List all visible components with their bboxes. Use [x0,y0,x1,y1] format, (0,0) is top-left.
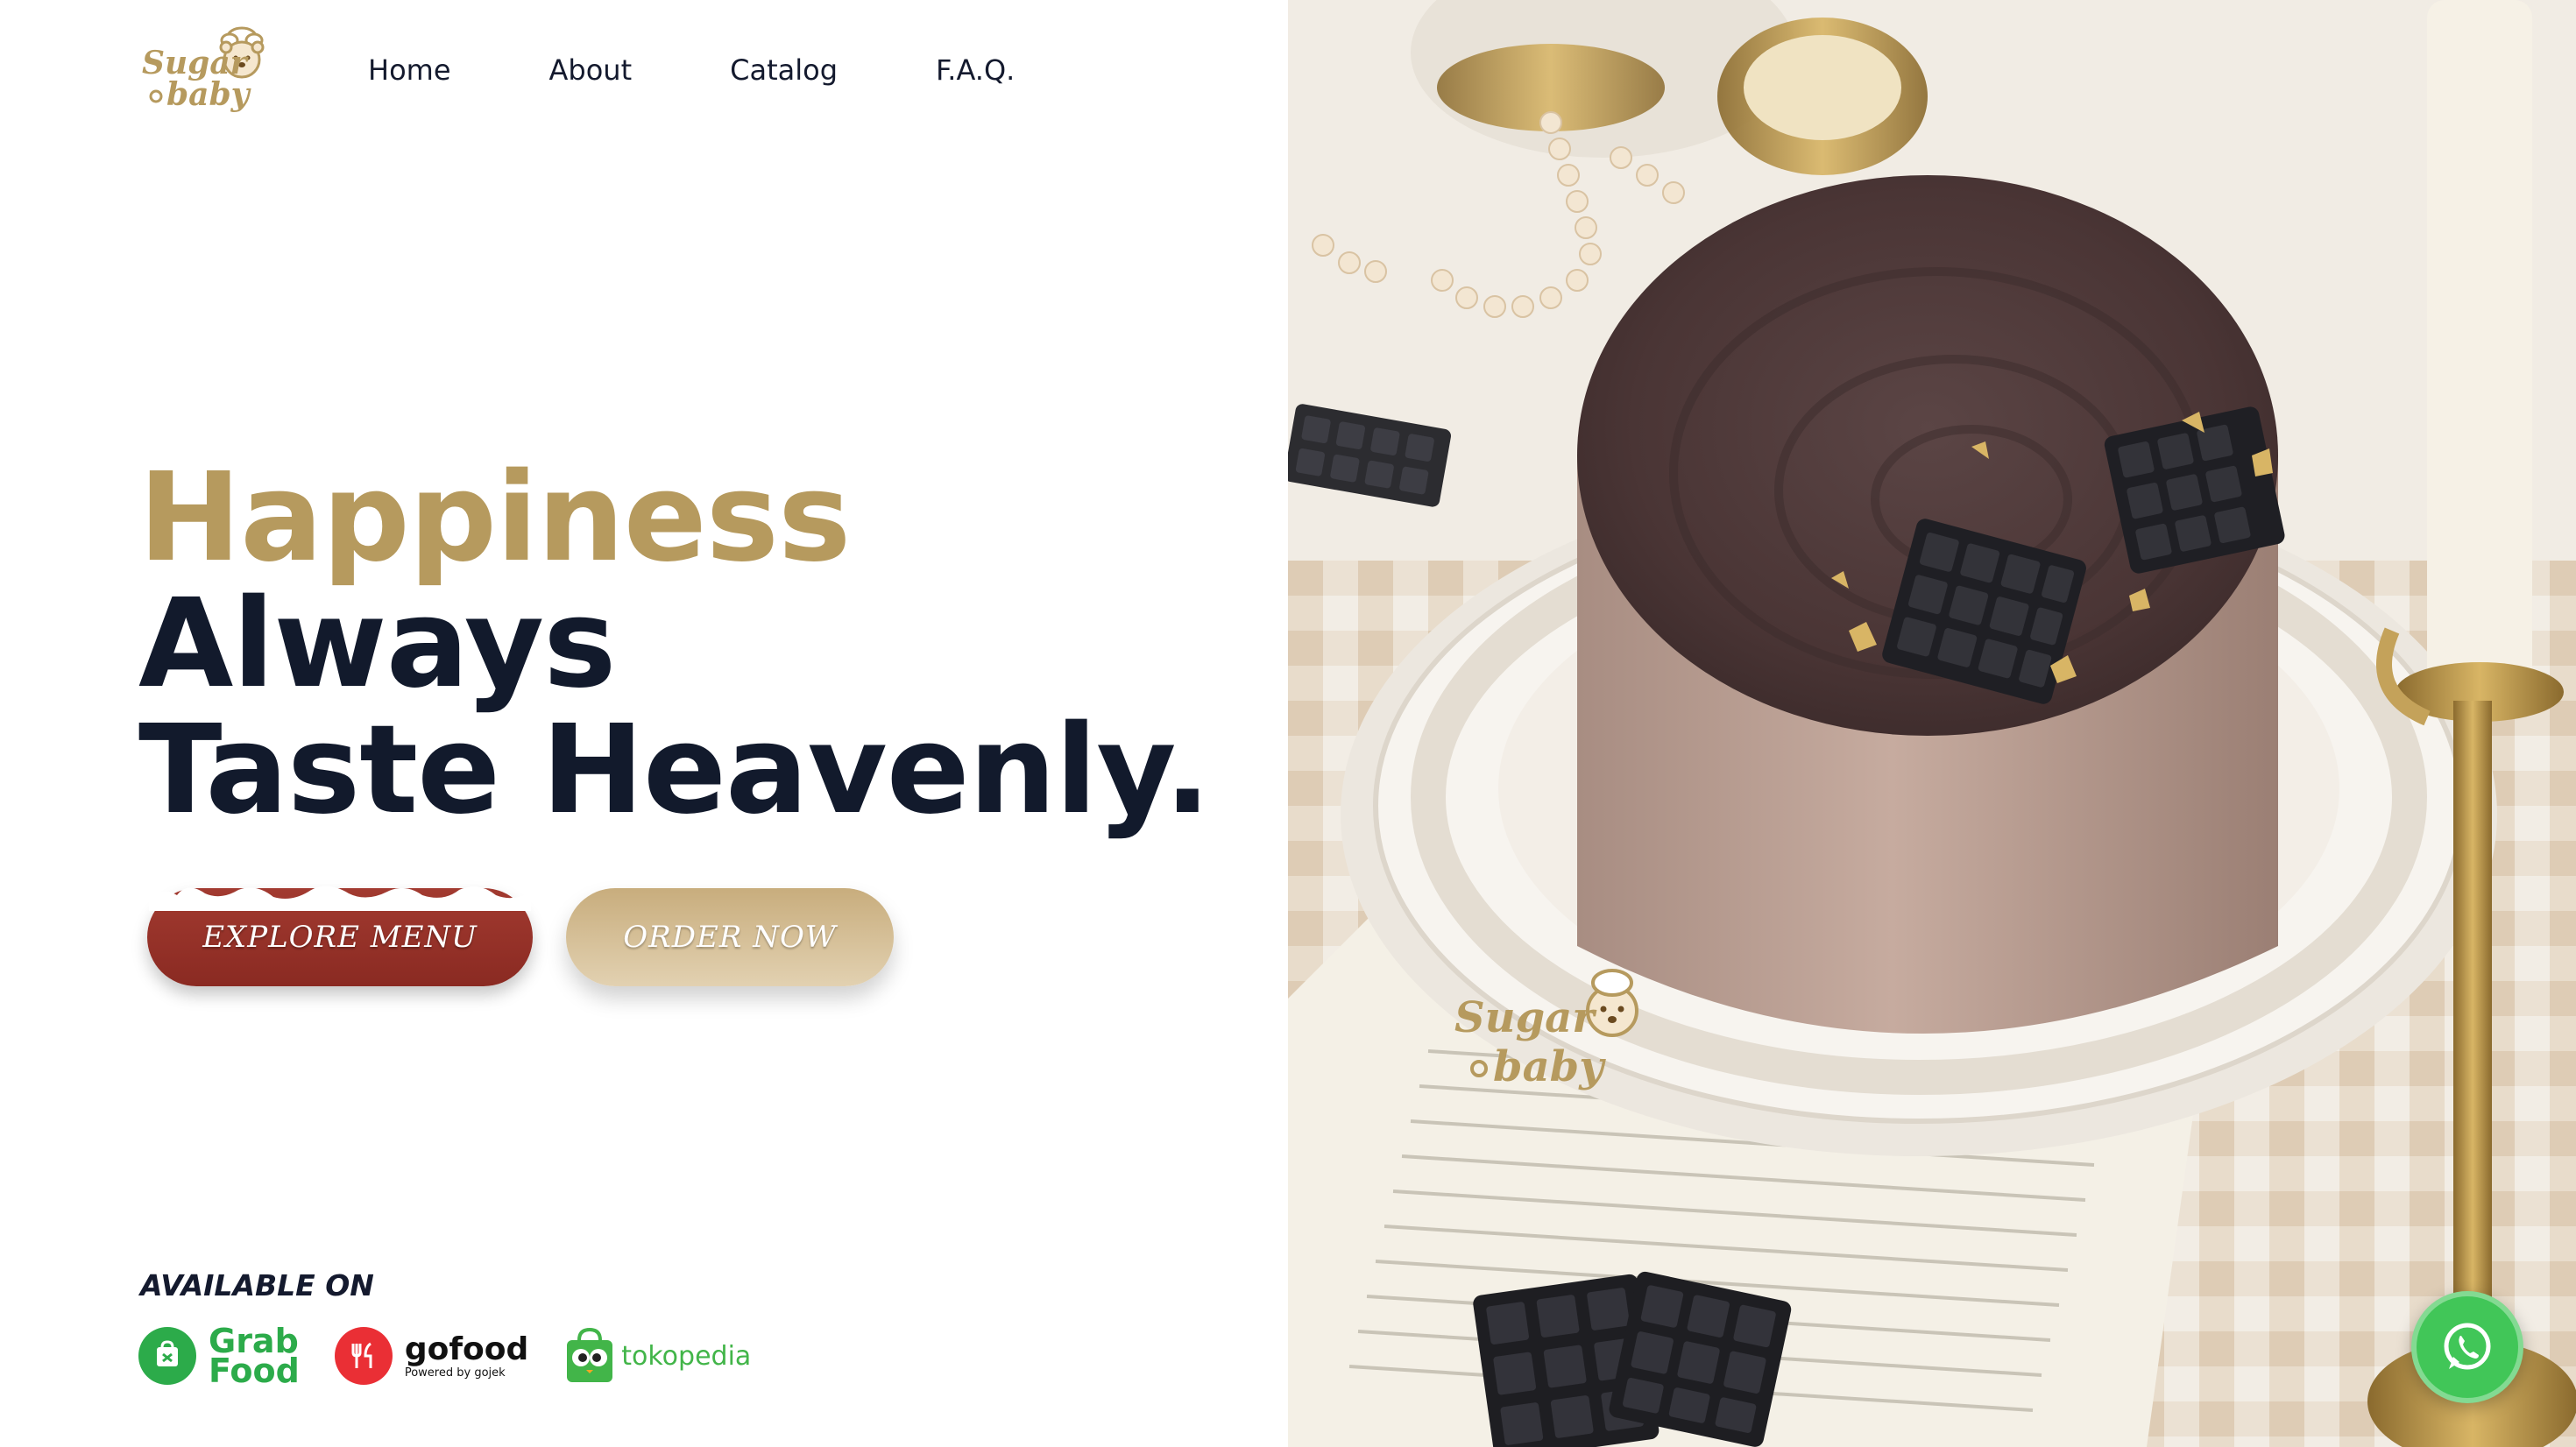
order-now-button[interactable]: ORDER NOW [566,888,894,986]
explore-menu-label: EXPLORE MENU [202,920,478,955]
left-panel: Sugar baby Home About Catalog F.A.Q. Hap… [0,0,1288,1447]
explore-menu-button[interactable]: EXPLORE MENU [147,886,533,986]
tokopedia-wordmark: tokopedia [621,1340,752,1372]
svg-text:baby: baby [166,76,251,113]
chocolate-cake-photo: Sugar baby [1288,0,2576,1447]
nav-about[interactable]: About [549,49,633,91]
gofood-icon [334,1327,393,1385]
food-word: Food [209,1352,300,1390]
nav-home[interactable]: Home [368,49,451,91]
partner-tokopedia[interactable]: tokopedia [563,1328,751,1384]
brand-logo[interactable]: Sugar baby [138,25,280,116]
available-on-heading: AVAILABLE ON [140,1268,374,1302]
hero-headline: Happiness Always Taste Heavenly. [138,447,1211,842]
partner-grabfood[interactable]: Grab Food [138,1324,300,1390]
svg-text:Sugar: Sugar [1454,993,1597,1042]
partner-list: Grab Food gofood Powered by gojek tokope… [138,1323,786,1389]
main-nav: Home About Catalog F.A.Q. [368,49,1113,91]
order-now-label: ORDER NOW [623,920,837,955]
svg-text:baby: baby [1493,1042,1606,1091]
partner-gofood[interactable]: gofood Powered by gojek [334,1327,529,1385]
hero-line-1: Happiness [138,447,851,589]
gofood-wordmark: gofood Powered by gojek [404,1331,529,1380]
hero-photo: Sugar baby [1288,0,2576,1447]
gofood-powered-by: Powered by gojek [404,1366,506,1380]
whatsapp-button[interactable] [2411,1291,2523,1403]
grabfood-wordmark: Grab Food [209,1324,300,1390]
frosting-decoration [149,886,531,911]
grabfood-icon [138,1327,196,1385]
nav-faq[interactable]: F.A.Q. [936,49,1015,91]
nav-catalog[interactable]: Catalog [730,49,838,91]
gofood-word: gofood [404,1331,529,1367]
hero-line-2: Always [138,573,616,716]
whatsapp-icon [2444,1323,2491,1370]
tokopedia-icon [567,1328,613,1382]
sugar-baby-logo-icon: Sugar baby [142,26,265,113]
hero-line-3: Taste Heavenly. [138,699,1211,842]
